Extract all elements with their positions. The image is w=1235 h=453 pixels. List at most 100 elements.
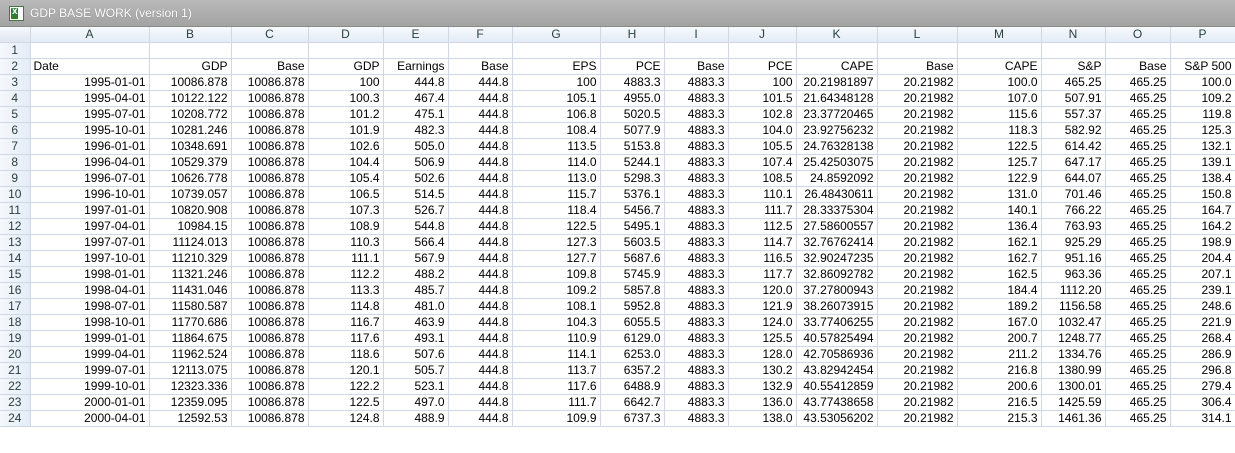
cell[interactable]: 10086.878 (231, 298, 309, 315)
cell[interactable] (1170, 42, 1235, 59)
cell[interactable]: 20.21982 (877, 410, 958, 427)
cell[interactable]: 444.8 (448, 330, 513, 347)
cell[interactable]: 4883.3 (664, 106, 729, 123)
cell[interactable]: 1998-07-01 (30, 298, 150, 315)
cell[interactable]: 23.37720465 (796, 106, 878, 123)
cell[interactable]: 111.7 (728, 202, 797, 219)
cell[interactable]: 10086.878 (231, 218, 309, 235)
cell[interactable]: 40.55412859 (796, 378, 878, 395)
cell[interactable]: 5153.8 (600, 138, 665, 155)
cell[interactable]: 131.0 (957, 186, 1042, 203)
cell[interactable]: 117.6 (308, 330, 384, 347)
cell[interactable]: 20.21982 (877, 394, 958, 411)
column-header[interactable]: O (1105, 27, 1171, 43)
cell[interactable]: 11580.587 (149, 298, 232, 315)
cell[interactable]: 102.6 (308, 138, 384, 155)
cell[interactable]: 1995-07-01 (30, 106, 150, 123)
cell[interactable]: 5376.1 (600, 186, 665, 203)
cell[interactable]: 10086.878 (231, 250, 309, 267)
cell[interactable]: 130.2 (728, 362, 797, 379)
cell[interactable]: 32.86092782 (796, 266, 878, 283)
cell[interactable]: 444.8 (448, 74, 513, 91)
cell[interactable]: 10086.878 (149, 74, 232, 91)
cell[interactable]: 1998-01-01 (30, 266, 150, 283)
header-cell[interactable]: GDP (149, 58, 232, 75)
column-header[interactable]: E (383, 27, 449, 43)
cell[interactable]: 296.8 (1170, 362, 1235, 379)
cell[interactable]: 200.7 (957, 330, 1042, 347)
row-header[interactable]: 14 (0, 250, 31, 267)
cell[interactable]: 523.1 (383, 378, 449, 395)
cell[interactable]: 20.21982 (877, 154, 958, 171)
cell[interactable]: 38.26073915 (796, 298, 878, 315)
column-header[interactable]: I (664, 27, 729, 43)
cell[interactable] (383, 42, 449, 59)
cell[interactable]: 279.4 (1170, 378, 1235, 395)
cell[interactable] (231, 42, 309, 59)
cell[interactable]: 4883.3 (664, 330, 729, 347)
cell[interactable]: 306.4 (1170, 394, 1235, 411)
cell[interactable] (149, 42, 232, 59)
cell[interactable]: 465.25 (1105, 234, 1171, 251)
cell[interactable]: 120.1 (308, 362, 384, 379)
cell[interactable]: 467.4 (383, 90, 449, 107)
cell[interactable]: 5020.5 (600, 106, 665, 123)
cell[interactable]: 120.0 (728, 282, 797, 299)
cell[interactable]: 1334.76 (1041, 346, 1106, 363)
cell[interactable]: 444.8 (448, 362, 513, 379)
cell[interactable]: 124.0 (728, 314, 797, 331)
cell[interactable]: 109.8 (512, 266, 601, 283)
cell[interactable]: 582.92 (1041, 122, 1106, 139)
cell[interactable]: 162.5 (957, 266, 1042, 283)
header-cell[interactable]: PCE (600, 58, 665, 75)
cell[interactable]: 567.9 (383, 250, 449, 267)
cell[interactable]: 1996-01-01 (30, 138, 150, 155)
cell[interactable]: 162.7 (957, 250, 1042, 267)
cell[interactable]: 10086.878 (231, 378, 309, 395)
cell[interactable]: 10086.878 (231, 410, 309, 427)
cell[interactable]: 105.5 (728, 138, 797, 155)
cell[interactable]: 5244.1 (600, 154, 665, 171)
row-header[interactable]: 6 (0, 122, 31, 139)
cell[interactable]: 6488.9 (600, 378, 665, 395)
cell[interactable] (877, 42, 958, 59)
cell[interactable]: 164.2 (1170, 218, 1235, 235)
header-cell[interactable]: S&P (1041, 58, 1106, 75)
cell[interactable]: 184.4 (957, 282, 1042, 299)
cell[interactable]: 10086.878 (231, 106, 309, 123)
cell[interactable]: 5952.8 (600, 298, 665, 315)
cell[interactable]: 5495.1 (600, 218, 665, 235)
cell[interactable]: 221.9 (1170, 314, 1235, 331)
cell[interactable]: 11431.046 (149, 282, 232, 299)
cell[interactable]: 23.92756232 (796, 122, 878, 139)
header-cell[interactable]: CAPE (957, 58, 1042, 75)
cell[interactable]: 557.37 (1041, 106, 1106, 123)
cell[interactable]: 465.25 (1105, 90, 1171, 107)
cell[interactable]: 4955.0 (600, 90, 665, 107)
cell[interactable]: 10086.878 (231, 346, 309, 363)
cell[interactable]: 43.82942454 (796, 362, 878, 379)
cell[interactable]: 20.21981897 (796, 74, 878, 91)
cell[interactable]: 444.8 (448, 106, 513, 123)
cell[interactable]: 465.25 (1105, 378, 1171, 395)
row-header[interactable]: 12 (0, 218, 31, 235)
cell[interactable]: 505.7 (383, 362, 449, 379)
cell[interactable]: 132.9 (728, 378, 797, 395)
row-header[interactable]: 24 (0, 410, 31, 427)
column-header[interactable]: M (957, 27, 1042, 43)
cell[interactable]: 4883.3 (600, 74, 665, 91)
cell[interactable]: 465.25 (1105, 394, 1171, 411)
cell[interactable]: 5603.5 (600, 234, 665, 251)
cell[interactable]: 1156.58 (1041, 298, 1106, 315)
cell[interactable]: 4883.3 (664, 90, 729, 107)
cell[interactable]: 114.0 (512, 154, 601, 171)
cell[interactable]: 4883.3 (664, 298, 729, 315)
cell[interactable]: 465.25 (1105, 202, 1171, 219)
cell[interactable]: 514.5 (383, 186, 449, 203)
cell[interactable]: 10086.878 (231, 266, 309, 283)
header-cell[interactable]: Base (448, 58, 513, 75)
row-header[interactable]: 19 (0, 330, 31, 347)
cell[interactable]: 10086.878 (231, 234, 309, 251)
cell[interactable]: 122.9 (957, 170, 1042, 187)
column-header[interactable]: N (1041, 27, 1106, 43)
